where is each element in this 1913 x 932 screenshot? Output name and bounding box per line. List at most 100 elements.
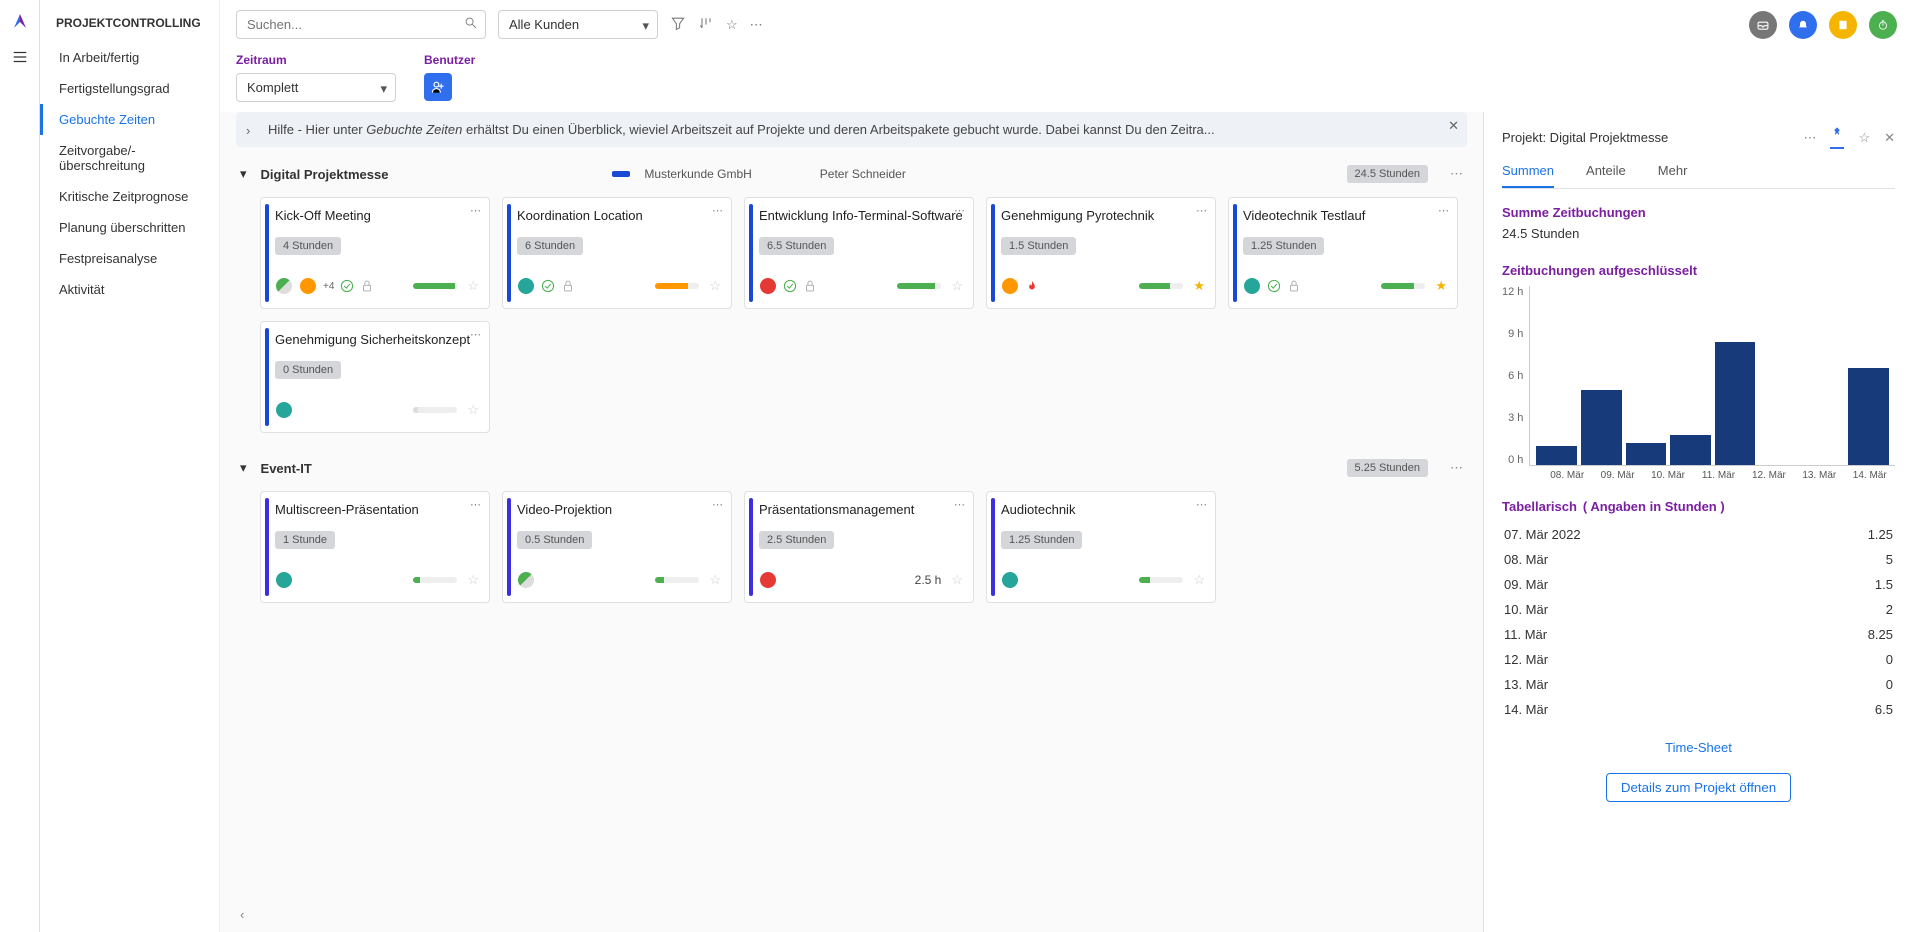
card-more-icon[interactable]: ⋯ — [470, 204, 481, 217]
row-value: 0 — [1886, 677, 1893, 692]
row-value: 8.25 — [1868, 627, 1893, 642]
chart-bar — [1536, 446, 1577, 465]
card-duration-badge: 1.25 Stunden — [1001, 531, 1082, 549]
table-row: 11. Mär8.25 — [1502, 622, 1895, 647]
user-label: Benutzer — [424, 53, 475, 67]
card-more-icon[interactable]: ⋯ — [470, 328, 481, 341]
task-card[interactable]: ⋯ Multiscreen-Präsentation 1 Stunde ☆ — [260, 491, 490, 603]
period-select-value: Komplett — [247, 80, 298, 95]
x-tick: 08. Mär — [1542, 470, 1592, 481]
avatar — [517, 277, 535, 295]
star-icon[interactable]: ☆ — [1193, 572, 1205, 588]
detail-star-icon[interactable]: ☆ — [1858, 130, 1870, 146]
card-more-icon[interactable]: ⋯ — [1196, 204, 1207, 217]
search-input[interactable] — [236, 10, 486, 39]
card-more-icon[interactable]: ⋯ — [712, 498, 723, 511]
detail-tab[interactable]: Summen — [1502, 163, 1554, 188]
task-card[interactable]: ⋯ Audiotechnik 1.25 Stunden ☆ — [986, 491, 1216, 603]
sidebar-item[interactable]: Zeitvorgabe/-überschreitung — [40, 135, 219, 181]
collapse-sidebar-icon[interactable]: ‹ — [240, 907, 244, 922]
card-title: Kick-Off Meeting — [275, 208, 479, 223]
avatar — [759, 571, 777, 589]
card-title: Koordination Location — [517, 208, 721, 223]
timesheet-link[interactable]: Time-Sheet — [1502, 740, 1895, 755]
card-more-icon[interactable]: ⋯ — [470, 498, 481, 511]
detail-tab[interactable]: Mehr — [1658, 163, 1688, 188]
task-card[interactable]: ⋯ Video-Projektion 0.5 Stunden ☆ — [502, 491, 732, 603]
star-icon[interactable]: ☆ — [951, 572, 963, 588]
sidebar-item[interactable]: Planung überschritten — [40, 212, 219, 243]
detail-more-icon[interactable]: ⋯ — [1803, 130, 1816, 146]
notifications-button[interactable] — [1789, 11, 1817, 39]
more-icon[interactable]: ⋯ — [750, 17, 763, 33]
sum-value: 24.5 Stunden — [1502, 226, 1895, 241]
detail-tab[interactable]: Anteile — [1586, 163, 1626, 188]
card-more-icon[interactable]: ⋯ — [954, 498, 965, 511]
task-card[interactable]: ⋯ Genehmigung Sicherheitskonzept 0 Stund… — [260, 321, 490, 433]
inbox-button[interactable] — [1749, 11, 1777, 39]
task-card[interactable]: ⋯ Entwicklung Info-Terminal-Software 6.5… — [744, 197, 974, 309]
menu-toggle-icon[interactable] — [11, 48, 29, 66]
lock-icon — [803, 279, 817, 293]
task-card[interactable]: ⋯ Koordination Location 6 Stunden ☆ — [502, 197, 732, 309]
collapse-group-icon[interactable]: ▾ — [240, 166, 247, 182]
x-tick: 12. Mär — [1744, 470, 1794, 481]
task-card[interactable]: ⋯ Kick-Off Meeting 4 Stunden +4☆ — [260, 197, 490, 309]
card-more-icon[interactable]: ⋯ — [954, 204, 965, 217]
row-value: 1.25 — [1868, 527, 1893, 542]
star-icon[interactable]: ★ — [1435, 278, 1447, 294]
chart-bar — [1715, 342, 1756, 465]
star-icon[interactable]: ☆ — [709, 278, 721, 294]
open-project-details-button[interactable]: Details zum Projekt öffnen — [1606, 773, 1791, 802]
star-icon[interactable]: ☆ — [709, 572, 721, 588]
star-icon[interactable]: ☆ — [467, 278, 479, 294]
avatar — [759, 277, 777, 295]
y-tick: 9 h — [1508, 328, 1523, 340]
card-more-icon[interactable]: ⋯ — [712, 204, 723, 217]
card-more-icon[interactable]: ⋯ — [1196, 498, 1207, 511]
sidebar-item[interactable]: Aktivität — [40, 274, 219, 305]
row-date: 09. Mär — [1504, 577, 1548, 592]
collapse-group-icon[interactable]: ▾ — [240, 460, 247, 476]
search-icon[interactable] — [464, 16, 478, 33]
detail-close-icon[interactable]: ✕ — [1884, 130, 1895, 146]
card-more-icon[interactable]: ⋯ — [1438, 204, 1449, 217]
sidebar-item[interactable]: Gebuchte Zeiten — [40, 104, 219, 135]
table-label: Tabellarisch — [1502, 499, 1577, 514]
avatar — [275, 571, 293, 589]
star-icon[interactable]: ☆ — [951, 278, 963, 294]
filter-icon[interactable] — [670, 15, 686, 34]
table-note: ( Angaben in Stunden ) — [1583, 499, 1725, 514]
favorite-icon[interactable]: ☆ — [726, 17, 738, 33]
star-icon[interactable]: ☆ — [467, 402, 479, 418]
star-icon[interactable]: ☆ — [467, 572, 479, 588]
group-more-icon[interactable]: ⋯ — [1450, 460, 1463, 476]
expand-help-icon[interactable]: › — [246, 123, 250, 138]
add-user-button[interactable] — [424, 73, 452, 101]
task-card[interactable]: ⋯ Genehmigung Pyrotechnik 1.5 Stunden ★ — [986, 197, 1216, 309]
card-title: Entwicklung Info-Terminal-Software — [759, 208, 963, 223]
customer-select[interactable]: Alle Kunden ▾ — [498, 10, 658, 39]
card-title: Video-Projektion — [517, 502, 721, 517]
sidebar-item[interactable]: Fertigstellungsgrad — [40, 73, 219, 104]
sidebar-item[interactable]: Festpreisanalyse — [40, 243, 219, 274]
task-card[interactable]: ⋯ Präsentationsmanagement 2.5 Stunden 2.… — [744, 491, 974, 603]
notes-button[interactable] — [1829, 11, 1857, 39]
timer-button[interactable] — [1869, 11, 1897, 39]
lock-icon — [360, 279, 374, 293]
pin-icon[interactable] — [1830, 126, 1844, 149]
group-name[interactable]: Event-IT — [261, 461, 312, 476]
group-more-icon[interactable]: ⋯ — [1450, 166, 1463, 182]
sidebar-item[interactable]: In Arbeit/fertig — [40, 42, 219, 73]
chart-bar — [1848, 368, 1889, 465]
sort-icon[interactable] — [698, 15, 714, 34]
period-select[interactable]: Komplett ▾ — [236, 73, 396, 102]
card-duration-badge: 2.5 Stunden — [759, 531, 834, 549]
customer-select-value: Alle Kunden — [509, 17, 579, 32]
group-name[interactable]: Digital Projektmesse — [261, 167, 389, 182]
close-help-icon[interactable]: ✕ — [1448, 118, 1459, 134]
group-manager: Peter Schneider — [820, 167, 906, 181]
star-icon[interactable]: ★ — [1193, 278, 1205, 294]
task-card[interactable]: ⋯ Videotechnik Testlauf 1.25 Stunden ★ — [1228, 197, 1458, 309]
sidebar-item[interactable]: Kritische Zeitprognose — [40, 181, 219, 212]
